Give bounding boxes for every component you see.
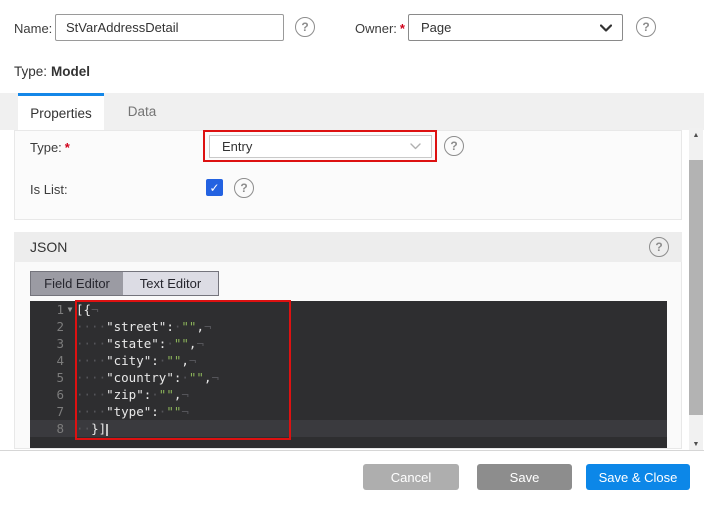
required-asterisk: * bbox=[65, 140, 70, 155]
cancel-button[interactable]: Cancel bbox=[363, 464, 459, 490]
model-type-value: Model bbox=[51, 64, 90, 79]
code-text: [{¬ bbox=[76, 301, 99, 318]
is-list-help-icon[interactable]: ? bbox=[234, 178, 254, 198]
field-editor-tab[interactable]: Field Editor bbox=[31, 272, 123, 295]
save-button[interactable]: Save bbox=[477, 464, 572, 490]
json-section-header: JSON ? bbox=[14, 232, 682, 262]
code-lines: 1▼[{¬2····"street":·"",¬3····"state":·""… bbox=[30, 301, 667, 437]
line-number: 5 bbox=[30, 369, 64, 386]
scrollbar-thumb[interactable] bbox=[689, 160, 703, 415]
code-text: ····"country":·"",¬ bbox=[76, 369, 219, 386]
name-input[interactable] bbox=[55, 14, 284, 41]
editor-mode-toggle: Field Editor Text Editor bbox=[30, 271, 219, 296]
type-select[interactable]: Entry bbox=[209, 135, 432, 158]
code-text: ····"street":·"",¬ bbox=[76, 318, 212, 335]
owner-help-icon[interactable]: ? bbox=[636, 17, 656, 37]
footer-divider bbox=[0, 450, 704, 451]
json-code-editor[interactable]: 1▼[{¬2····"street":·"",¬3····"state":·""… bbox=[30, 301, 667, 448]
line-number: 2 bbox=[30, 318, 64, 335]
type-help-icon[interactable]: ? bbox=[444, 136, 464, 156]
tab-properties[interactable]: Properties bbox=[18, 93, 104, 130]
line-number: 6 bbox=[30, 386, 64, 403]
fold-spacer bbox=[64, 335, 76, 352]
type-select-value: Entry bbox=[222, 139, 252, 154]
fold-spacer bbox=[64, 318, 76, 335]
json-section-title: JSON bbox=[30, 239, 67, 255]
fold-spacer bbox=[64, 420, 76, 437]
text-editor-tab[interactable]: Text Editor bbox=[123, 272, 218, 295]
type-field-label: Type:* bbox=[30, 140, 70, 155]
save-and-close-button[interactable]: Save & Close bbox=[586, 464, 690, 490]
line-number: 7 bbox=[30, 403, 64, 420]
line-number: 3 bbox=[30, 335, 64, 352]
fold-spacer bbox=[64, 369, 76, 386]
code-line: 6 ····"zip":·"",¬ bbox=[30, 386, 667, 403]
line-number: 1 bbox=[30, 301, 64, 318]
tab-data[interactable]: Data bbox=[104, 93, 180, 130]
owner-label: Owner:* bbox=[355, 21, 405, 36]
line-number: 8 bbox=[30, 420, 64, 437]
code-text: ····"state":·"",¬ bbox=[76, 335, 204, 352]
required-asterisk: * bbox=[400, 21, 405, 36]
scroll-up-icon[interactable]: ▲ bbox=[689, 128, 703, 142]
scroll-down-icon[interactable]: ▼ bbox=[689, 437, 703, 451]
code-text: ····"zip":·"",¬ bbox=[76, 386, 189, 403]
tab-bar: Properties Data bbox=[0, 93, 704, 130]
is-list-label: Is List: bbox=[30, 182, 68, 197]
fold-spacer bbox=[64, 386, 76, 403]
code-line: 7 ····"type":·""¬ bbox=[30, 403, 667, 420]
is-list-checkbox[interactable]: ✓ bbox=[206, 179, 223, 196]
code-line: 1▼[{¬ bbox=[30, 301, 667, 318]
code-text: ····"type":·""¬ bbox=[76, 403, 189, 420]
code-line: 4 ····"city":·"",¬ bbox=[30, 352, 667, 369]
owner-select-value: Page bbox=[421, 20, 451, 35]
json-help-icon[interactable]: ? bbox=[649, 237, 669, 257]
code-line: 3 ····"state":·"",¬ bbox=[30, 335, 667, 352]
name-help-icon[interactable]: ? bbox=[295, 17, 315, 37]
code-line: 2 ····"street":·"",¬ bbox=[30, 318, 667, 335]
code-text: ··}] bbox=[76, 420, 108, 437]
code-line: 5 ····"country":·"",¬ bbox=[30, 369, 667, 386]
chevron-down-icon bbox=[600, 24, 612, 32]
code-text: ····"city":·"",¬ bbox=[76, 352, 196, 369]
chevron-down-icon bbox=[410, 143, 421, 150]
line-number: 4 bbox=[30, 352, 64, 369]
fold-spacer bbox=[64, 352, 76, 369]
fold-spacer bbox=[64, 403, 76, 420]
name-label: Name:* bbox=[14, 21, 60, 36]
fold-caret-icon[interactable]: ▼ bbox=[64, 301, 76, 318]
owner-select[interactable]: Page bbox=[408, 14, 623, 41]
vertical-scrollbar[interactable]: ▲ ▼ bbox=[689, 128, 703, 451]
code-line: 8 ··}] bbox=[30, 420, 667, 437]
model-type-line: Type:Model bbox=[14, 64, 90, 79]
